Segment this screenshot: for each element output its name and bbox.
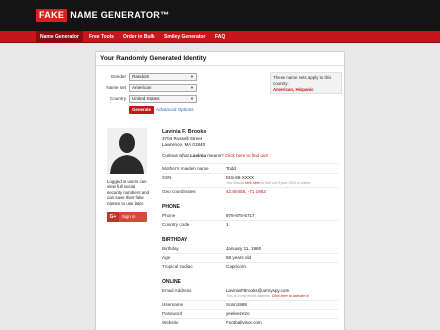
ssn-hint-suffix: to find out if your SSN is online. bbox=[259, 181, 312, 185]
identity-panel: Your Randomly Generated Identity Gender … bbox=[95, 51, 345, 330]
main-nav: Name Generator Free Tools Order in Bulk … bbox=[0, 31, 440, 43]
person-silhouette-icon bbox=[107, 128, 147, 174]
ssn-hint-prefix: You should bbox=[226, 181, 245, 185]
geo-label: Geo coordinates bbox=[162, 189, 196, 194]
chevron-down-icon: ▼ bbox=[190, 74, 194, 79]
name-meaning-link[interactable]: Click here to find out! bbox=[225, 153, 268, 158]
divider bbox=[162, 318, 338, 319]
google-signin-label: Sign in bbox=[122, 214, 136, 219]
gender-select[interactable]: Random ▼ bbox=[129, 73, 197, 81]
ssn-hint: You should click here to find out if you… bbox=[226, 181, 311, 185]
username-label: Username bbox=[162, 302, 184, 307]
divider bbox=[162, 300, 338, 301]
logo-fake-badge: FAKE bbox=[36, 8, 68, 22]
birthday-label: Birthday bbox=[162, 246, 179, 251]
divider bbox=[162, 173, 338, 174]
login-note: Logged in users can view full social sec… bbox=[107, 179, 149, 206]
person-name: Lavinia F. Brooks bbox=[162, 129, 207, 135]
website-label: Website bbox=[162, 320, 179, 325]
email-hint-prefix: This is a real email address. bbox=[226, 294, 272, 298]
site-header: FAKE NAME GENERATOR™ bbox=[0, 0, 440, 31]
gender-value: Random bbox=[132, 74, 150, 79]
ssn-label: SSN bbox=[162, 175, 172, 180]
geo-value-link[interactable]: 42.80455, -71.1953 bbox=[226, 189, 266, 194]
birthday-value: January 11, 1960 bbox=[226, 246, 262, 251]
mothers-maiden-value: Todd bbox=[226, 166, 236, 171]
avatar bbox=[107, 128, 147, 174]
title-divider bbox=[96, 65, 344, 66]
curious-name: Lavinia bbox=[190, 153, 206, 158]
nameset-label: Name set bbox=[106, 85, 126, 90]
password-label: Password bbox=[162, 311, 183, 316]
divider bbox=[162, 309, 338, 310]
ssn-value: 015-66-XXXX bbox=[226, 175, 255, 180]
zodiac-label: Tropical zodiac bbox=[162, 264, 193, 269]
birthday-section-heading: BIRTHDAY bbox=[162, 237, 188, 243]
country-label: Country bbox=[109, 96, 126, 101]
chevron-down-icon: ▼ bbox=[190, 96, 194, 101]
generate-button[interactable]: Generate bbox=[129, 106, 155, 114]
country-code-value: 1 bbox=[226, 222, 229, 227]
notice-text: These name sets apply to this country: bbox=[273, 75, 332, 86]
chevron-down-icon: ▼ bbox=[190, 85, 194, 90]
country-value: United States bbox=[132, 96, 160, 101]
page-title: Your Randomly Generated Identity bbox=[100, 55, 207, 62]
curious-prefix: Curious what bbox=[162, 153, 191, 158]
nav-faq[interactable]: FAQ bbox=[211, 31, 229, 43]
nav-free-tools[interactable]: Free Tools bbox=[85, 31, 118, 43]
username-value: Sonn1988 bbox=[226, 302, 247, 307]
email-label: Email Address bbox=[162, 288, 192, 293]
country-select[interactable]: United States ▼ bbox=[129, 95, 197, 103]
google-plus-icon: G+ bbox=[107, 212, 119, 222]
nav-smiley-generator[interactable]: Smiley Generator bbox=[160, 31, 209, 43]
nav-name-generator[interactable]: Name Generator bbox=[36, 31, 83, 43]
site-logo[interactable]: FAKE NAME GENERATOR™ bbox=[36, 8, 170, 22]
mothers-maiden-label: Mother's maiden name bbox=[162, 166, 209, 171]
logo-text: NAME GENERATOR™ bbox=[70, 9, 170, 20]
age-label: Age bbox=[162, 255, 171, 260]
divider bbox=[162, 253, 338, 254]
google-signin-button[interactable]: G+ Sign in bbox=[107, 212, 147, 222]
advanced-options-link[interactable]: Advanced Options bbox=[156, 107, 194, 112]
country-code-label: Country code bbox=[162, 222, 190, 227]
address-line1: 3704 Russell Street bbox=[162, 136, 203, 141]
nameset-notice: These name sets apply to this country: A… bbox=[270, 72, 342, 94]
gender-label: Gender bbox=[110, 74, 126, 79]
nameset-select[interactable]: American ▼ bbox=[129, 84, 197, 92]
website-value: Footballvisor.com bbox=[226, 320, 262, 325]
age-value: 58 years old bbox=[226, 255, 252, 260]
nameset-value: American bbox=[132, 85, 152, 90]
phone-section-heading: PHONE bbox=[162, 204, 180, 210]
divider bbox=[162, 163, 338, 164]
divider bbox=[162, 262, 338, 263]
phone-value: 978-975-5717 bbox=[226, 213, 255, 218]
divider bbox=[162, 220, 338, 221]
ssn-check-link[interactable]: click here bbox=[245, 181, 260, 185]
zodiac-value: Capricorn bbox=[226, 264, 246, 269]
phone-label: Phone bbox=[162, 213, 176, 218]
password-value: yeeleeze2o bbox=[226, 311, 250, 316]
curious-suffix: means? bbox=[205, 153, 225, 158]
email-value: LaviniaFBrooks@armyspy.com bbox=[226, 288, 290, 293]
nav-order-in-bulk[interactable]: Order in Bulk bbox=[119, 31, 159, 43]
notice-highlight: American, Hispanic bbox=[273, 87, 314, 92]
divider bbox=[162, 187, 338, 188]
online-section-heading: ONLINE bbox=[162, 279, 181, 285]
name-meaning-line: Curious what Lavinia means? Click here t… bbox=[162, 153, 268, 158]
email-hint: This is a real email address. Click here… bbox=[226, 294, 309, 298]
address-line2: Lawrence, MA 01840 bbox=[162, 142, 206, 147]
email-activate-link[interactable]: Click here to activate it! bbox=[272, 294, 309, 298]
